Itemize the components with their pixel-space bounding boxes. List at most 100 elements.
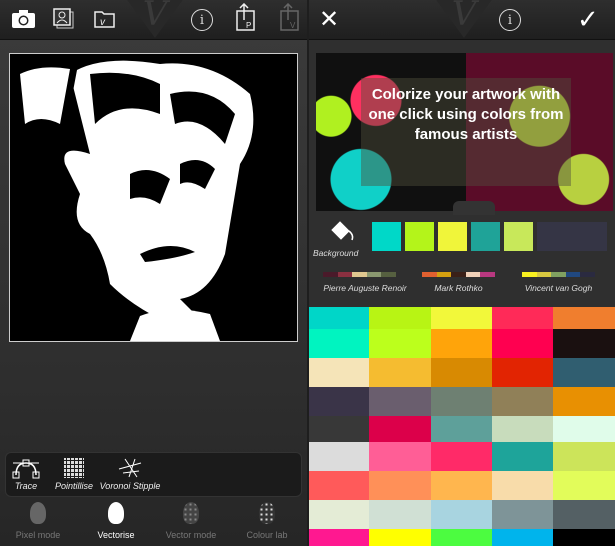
colour-cell[interactable] — [553, 500, 615, 529]
voronoi-stipple-label: Voronoi Stipple — [99, 481, 161, 491]
colour-cell[interactable] — [369, 387, 431, 416]
vectorised-portrait — [10, 54, 254, 342]
colorize-banner: Colorize your artwork with one click usi… — [316, 53, 613, 211]
mode-label: Pixel mode — [15, 530, 61, 540]
colour-cell[interactable] — [553, 329, 615, 358]
background-swatch[interactable] — [504, 222, 533, 251]
colour-cell[interactable] — [431, 529, 492, 546]
photo-library-icon[interactable] — [53, 8, 75, 30]
colour-cell[interactable] — [553, 471, 615, 500]
colour-cell[interactable] — [553, 358, 615, 387]
colour-cell[interactable] — [369, 329, 431, 358]
colour-cell[interactable] — [492, 329, 553, 358]
mode-label: Vectorise — [97, 530, 135, 540]
colour-cell[interactable] — [369, 500, 431, 529]
colour-lab-panel: V ✕ i ✓ Colorize your artwork with one c… — [309, 0, 615, 546]
colour-cell[interactable] — [431, 358, 492, 387]
artwork-canvas[interactable] — [9, 53, 298, 342]
colour-cell[interactable] — [492, 500, 553, 529]
colour-cell[interactable] — [309, 387, 369, 416]
colour-cell[interactable] — [369, 442, 431, 471]
colour-cell[interactable] — [553, 307, 615, 329]
artist-palette[interactable] — [422, 272, 495, 277]
colour-cell[interactable] — [431, 471, 492, 500]
palette-colour — [451, 272, 466, 277]
colour-cell[interactable] — [492, 442, 553, 471]
artist-palette[interactable] — [522, 272, 595, 277]
palette-colour — [522, 272, 537, 277]
colour-cell[interactable] — [309, 500, 369, 529]
artist-palette[interactable] — [323, 272, 396, 277]
trace-label: Trace — [14, 481, 38, 491]
project-folder-icon[interactable]: v — [94, 8, 116, 28]
colour-cell[interactable] — [309, 442, 369, 471]
export-vector-icon[interactable]: V — [280, 3, 300, 31]
paint-bucket-icon[interactable] — [329, 220, 355, 250]
trace-icon — [12, 459, 40, 479]
background-swatch[interactable] — [471, 222, 500, 251]
background-colour-area[interactable] — [537, 222, 607, 251]
trace-tool[interactable]: Trace — [10, 457, 42, 491]
colour-cell[interactable] — [309, 471, 369, 500]
colour-cell[interactable] — [431, 329, 492, 358]
colour-cell[interactable] — [369, 307, 431, 329]
colour-cell[interactable] — [369, 529, 431, 546]
colour-cell[interactable] — [309, 329, 369, 358]
colour-cell[interactable] — [431, 442, 492, 471]
mode-vectorise[interactable]: Vectorise — [78, 502, 154, 540]
palette-colour — [580, 272, 595, 277]
colour-cell[interactable] — [553, 442, 615, 471]
colour-cell[interactable] — [309, 416, 369, 442]
confirm-check-icon[interactable]: ✓ — [577, 4, 599, 35]
background-label: Background — [313, 248, 359, 258]
colour-cell[interactable] — [369, 416, 431, 442]
pointillise-label: Pointillise — [54, 481, 94, 491]
artist-name[interactable]: Mark Rothko — [402, 283, 515, 293]
colour-cell[interactable] — [492, 307, 553, 329]
info-icon[interactable]: i — [191, 9, 213, 31]
info-icon[interactable]: i — [499, 9, 521, 31]
palette-colour — [422, 272, 437, 277]
background-swatch[interactable] — [405, 222, 434, 251]
colour-cell[interactable] — [492, 471, 553, 500]
colour-cell[interactable] — [553, 529, 615, 546]
right-toolbar: V ✕ i ✓ — [309, 0, 615, 40]
colour-cell[interactable] — [369, 471, 431, 500]
colour-cell[interactable] — [431, 387, 492, 416]
background-swatch[interactable] — [438, 222, 467, 251]
dotted-head-icon — [183, 502, 199, 524]
close-icon[interactable]: ✕ — [319, 5, 339, 34]
colour-cell[interactable] — [492, 358, 553, 387]
colour-cell[interactable] — [369, 358, 431, 387]
colour-cell[interactable] — [492, 416, 553, 442]
colour-cell[interactable] — [309, 529, 369, 546]
colour-cell[interactable] — [553, 416, 615, 442]
palette-colour — [536, 272, 552, 277]
app-logo: V — [120, 0, 190, 38]
export-project-icon[interactable]: P — [236, 3, 256, 31]
colour-cell[interactable] — [431, 500, 492, 529]
colour-cell[interactable] — [309, 307, 369, 329]
app-logo: V — [429, 0, 499, 38]
vector-head-icon — [108, 502, 124, 524]
drag-handle[interactable] — [453, 201, 495, 215]
pointillise-tool[interactable]: Pointillise — [50, 457, 98, 491]
colour-cell[interactable] — [431, 307, 492, 329]
colour-cell[interactable] — [553, 387, 615, 416]
colour-cell[interactable] — [492, 529, 553, 546]
colour-cell[interactable] — [309, 358, 369, 387]
pointillise-icon — [64, 458, 84, 478]
mode-colour-lab[interactable]: Colour lab — [229, 502, 305, 540]
colour-cell[interactable] — [492, 387, 553, 416]
palette-colour — [480, 272, 495, 277]
palette-colour — [337, 272, 353, 277]
mode-vector[interactable]: Vector mode — [153, 502, 229, 540]
palette-colour — [352, 272, 367, 277]
pixel-head-icon — [30, 502, 46, 524]
background-swatch[interactable] — [372, 222, 401, 251]
mode-pixel[interactable]: Pixel mode — [0, 502, 76, 540]
colour-cell[interactable] — [431, 416, 492, 442]
voronoi-stipple-tool[interactable]: Voronoi Stipple — [98, 457, 162, 491]
artist-name[interactable]: Vincent van Gogh — [502, 283, 615, 293]
camera-icon[interactable] — [11, 9, 36, 29]
